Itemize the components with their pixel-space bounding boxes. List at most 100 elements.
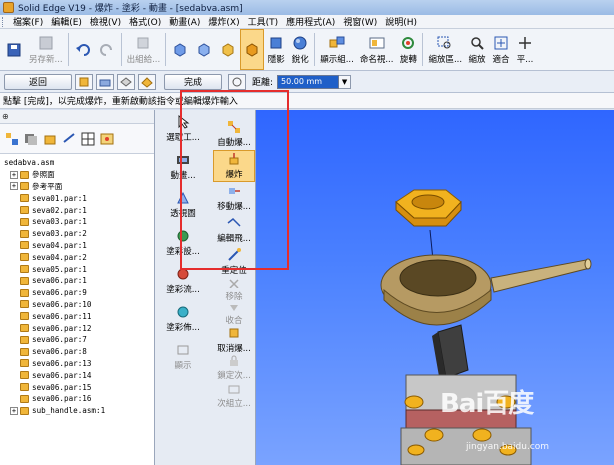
- shading-layout-button[interactable]: 塗彩佈...: [158, 300, 208, 338]
- tree-item[interactable]: + sub_handle.asm:1: [0, 405, 154, 417]
- view-cube-button-3[interactable]: [216, 29, 240, 70]
- tree-item[interactable]: seva05.par:1: [0, 263, 154, 275]
- assembly-model: [380, 189, 592, 465]
- select-tool-button[interactable]: 選取工...: [158, 110, 208, 148]
- menu-view[interactable]: 檢視(V): [86, 15, 125, 28]
- tab-parts[interactable]: [42, 131, 58, 147]
- save-button[interactable]: [2, 29, 26, 70]
- explode-button[interactable]: 爆炸: [213, 150, 255, 182]
- expand-icon[interactable]: +: [10, 170, 18, 179]
- tab-layers[interactable]: [23, 131, 39, 147]
- auto-explode-button[interactable]: 自動爆...: [213, 118, 255, 150]
- menu-applications[interactable]: 應用程式(A): [282, 15, 339, 28]
- tree-item[interactable]: seva04.par:2: [0, 251, 154, 263]
- reposition-button[interactable]: 重定位: [213, 246, 255, 278]
- tree-item[interactable]: seva06.par:9: [0, 287, 154, 299]
- menu-file[interactable]: 檔案(F): [9, 15, 47, 28]
- lock-subassembly-button[interactable]: 鎖定次...: [213, 354, 255, 382]
- menu-window[interactable]: 視窗(W): [339, 15, 381, 28]
- tab-views[interactable]: [80, 131, 96, 147]
- tree-item[interactable]: seva01.par:1: [0, 192, 154, 204]
- menu-edit[interactable]: 編輯(E): [47, 15, 86, 28]
- explode-tools-panel: 選取工... 動畫... 透視圖 塗彩設... 塗彩流... 塗彩佈... 顯示: [155, 110, 256, 465]
- tab-libraries[interactable]: [99, 131, 115, 147]
- tree-item[interactable]: seva06.par:12: [0, 322, 154, 334]
- save-as-button[interactable]: 另存新...: [26, 29, 66, 70]
- distance-input[interactable]: 50.00 mm: [277, 74, 340, 89]
- expand-icon[interactable]: +: [10, 182, 18, 191]
- rename-view-button[interactable]: 命名視...: [357, 29, 397, 70]
- tree-item[interactable]: seva06.par:8: [0, 346, 154, 358]
- tree-item[interactable]: seva06.par:1: [0, 275, 154, 287]
- tree-item[interactable]: seva06.par:11: [0, 310, 154, 322]
- menu-tools[interactable]: 工具(T): [244, 15, 283, 28]
- magnifier-icon: [469, 35, 485, 51]
- subassembly-button[interactable]: 次組立...: [213, 382, 255, 410]
- display-button[interactable]: 顯示: [158, 338, 208, 376]
- tree-item[interactable]: seva03.par:1: [0, 216, 154, 228]
- perspective-icon: [177, 191, 189, 204]
- tab-pathfinder[interactable]: [4, 131, 20, 147]
- sketch-icon: [63, 132, 75, 143]
- perspective-button[interactable]: 透視圖: [158, 186, 208, 224]
- tree-item-label: seva06.par:7: [32, 335, 87, 345]
- tree-item[interactable]: seva06.par:7: [0, 334, 154, 346]
- show-group-button[interactable]: 顯示組...: [317, 29, 357, 70]
- step-face-icon[interactable]: [117, 73, 135, 90]
- step-direction-icon[interactable]: [138, 73, 156, 90]
- undo-button[interactable]: [71, 29, 95, 70]
- step-base-icon[interactable]: [96, 73, 114, 90]
- tree-item[interactable]: seva06.par:10: [0, 299, 154, 311]
- shading-flow-button[interactable]: 塗彩流...: [158, 262, 208, 300]
- tree-item[interactable]: + 參考平面: [0, 181, 154, 193]
- pin-icon[interactable]: ⊕: [2, 112, 9, 121]
- collapse-button[interactable]: 收合: [213, 302, 255, 326]
- fit-button[interactable]: 適合: [489, 29, 513, 70]
- zoom-button[interactable]: 縮放: [465, 29, 489, 70]
- tab-sketches[interactable]: [61, 131, 77, 147]
- zoom-area-button[interactable]: 縮放區...: [425, 29, 465, 70]
- redo-icon: [99, 42, 115, 58]
- tree-item-label: seva06.par:9: [32, 288, 87, 298]
- return-button[interactable]: 返回: [4, 73, 72, 90]
- tree-item[interactable]: seva02.par:1: [0, 204, 154, 216]
- remove-button[interactable]: 移除: [213, 278, 255, 302]
- hide-button[interactable]: 隱影: [264, 29, 288, 70]
- animation-button[interactable]: 動畫...: [158, 148, 208, 186]
- expand-icon[interactable]: +: [10, 406, 18, 415]
- tree-item[interactable]: seva06.par:15: [0, 381, 154, 393]
- menu-help[interactable]: 說明(H): [381, 15, 421, 28]
- move-explode-button[interactable]: 移動爆...: [213, 182, 255, 214]
- distance-label: 距離:: [252, 78, 274, 88]
- edit-flow-button[interactable]: 編輯飛...: [213, 214, 255, 246]
- shading-settings-button[interactable]: 塗彩設...: [158, 224, 208, 262]
- options-icon[interactable]: [228, 73, 246, 90]
- rotate-button[interactable]: 旋轉: [396, 29, 420, 70]
- export-button[interactable]: 出組給...: [124, 29, 164, 70]
- tree-root[interactable]: sedabva.asm: [0, 157, 154, 169]
- app-icon: [3, 2, 14, 13]
- pan-button[interactable]: 平...: [513, 29, 537, 70]
- menu-format[interactable]: 格式(O): [125, 15, 165, 28]
- layers-icon: [25, 133, 37, 145]
- tree-item[interactable]: seva06.par:14: [0, 369, 154, 381]
- tree-item[interactable]: seva06.par:16: [0, 393, 154, 405]
- step-select-icon[interactable]: [75, 73, 93, 90]
- view-cube-button-2[interactable]: [192, 29, 216, 70]
- menu-bar: 檔案(F) 編輯(E) 檢視(V) 格式(O) 動畫(A) 爆炸(X) 工具(T…: [0, 15, 614, 29]
- menu-explode[interactable]: 爆炸(X): [204, 15, 243, 28]
- view-cube-button-1[interactable]: [168, 29, 192, 70]
- tree-item[interactable]: seva06.par:13: [0, 358, 154, 370]
- unexplode-button[interactable]: 取消爆...: [213, 326, 255, 354]
- tree-item[interactable]: seva03.par:2: [0, 228, 154, 240]
- redo-button[interactable]: [95, 29, 119, 70]
- tree-item[interactable]: + 參照面: [0, 169, 154, 181]
- menu-animation[interactable]: 動畫(A): [165, 15, 204, 28]
- finish-button[interactable]: 完成: [164, 73, 222, 90]
- chevron-down-icon[interactable]: ▼: [339, 74, 352, 89]
- tree-item[interactable]: seva04.par:1: [0, 240, 154, 252]
- part-icon: [20, 324, 29, 333]
- shaded-view-button[interactable]: [240, 29, 265, 70]
- graphics-viewport[interactable]: [256, 110, 614, 465]
- sharpen-button[interactable]: 銳化: [288, 29, 312, 70]
